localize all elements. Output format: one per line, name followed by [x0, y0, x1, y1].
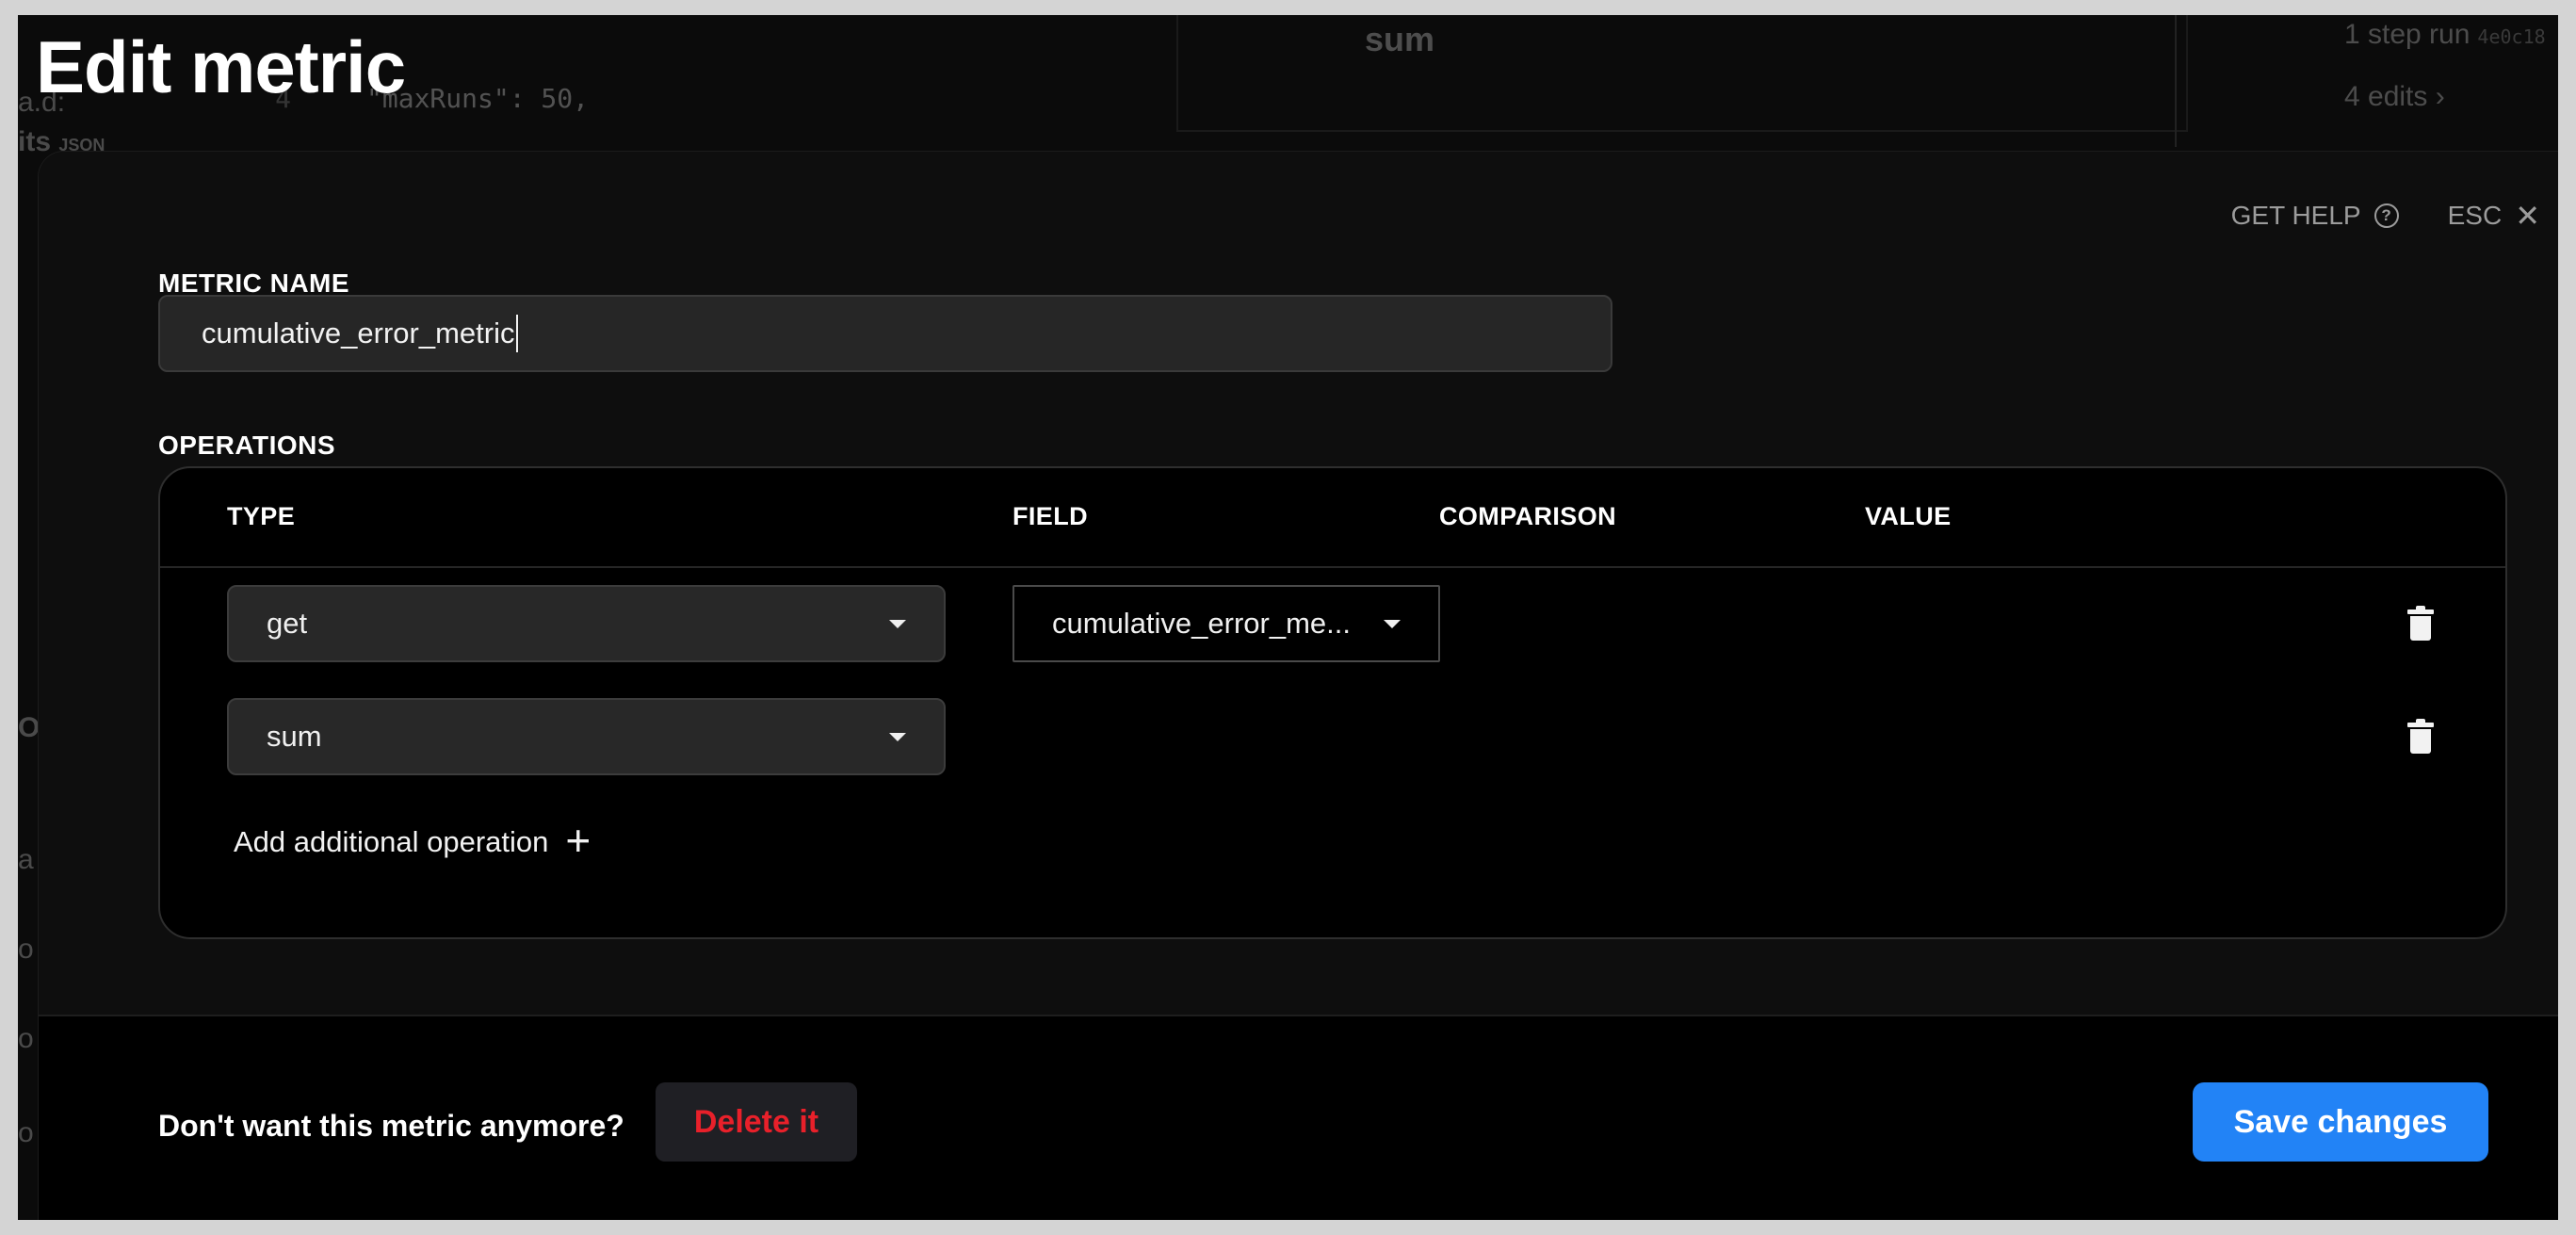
esc-label: ESC — [2447, 201, 2503, 230]
modal-top-actions: GET HELP ? ESC ✕ — [2231, 201, 2540, 231]
trash-icon[interactable] — [2407, 719, 2434, 755]
add-operation-label: Add additional operation — [234, 825, 549, 858]
background-panel-title: sum — [1365, 20, 1435, 58]
operations-label: OPERATIONS — [158, 431, 336, 460]
close-button[interactable]: ESC ✕ — [2448, 201, 2540, 231]
caret-down-icon — [889, 732, 906, 741]
trash-icon[interactable] — [2407, 606, 2434, 642]
background-fragment: a — [18, 844, 34, 875]
get-help-button[interactable]: GET HELP ? — [2231, 201, 2399, 231]
metric-name-input[interactable]: cumulative_error_metric — [158, 295, 1612, 372]
delete-metric-button[interactable]: Delete it — [656, 1082, 857, 1162]
operation-field-select[interactable]: cumulative_error_me... — [1013, 585, 1440, 662]
modal-body: GET HELP ? ESC ✕ METRIC NAME cumulative_… — [39, 152, 2558, 1015]
background-edits: 4 edits › — [2344, 81, 2445, 112]
background-panel — [1176, 15, 2188, 132]
column-header-field: FIELD — [1013, 502, 1088, 530]
background-fragment: O — [18, 712, 41, 743]
caret-down-icon — [889, 619, 906, 628]
edit-metric-modal: GET HELP ? ESC ✕ METRIC NAME cumulative_… — [38, 151, 2558, 1220]
operation-type-value: get — [267, 607, 308, 640]
plus-icon: + — [565, 816, 591, 865]
delete-prompt: Don't want this metric anymore? — [158, 1109, 624, 1143]
column-header-comparison: COMPARISON — [1439, 502, 1617, 530]
background-divider — [2175, 15, 2177, 147]
text-caret — [515, 315, 518, 352]
operation-type-select[interactable]: sum — [227, 698, 946, 775]
background-fragment: o — [18, 1117, 34, 1148]
operation-type-value: sum — [267, 720, 322, 753]
modal-footer: Don't want this metric anymore? Delete i… — [39, 1015, 2558, 1220]
background-fragment: o — [18, 1023, 34, 1054]
metric-name-value: cumulative_error_metric — [202, 317, 515, 349]
operation-field-value: cumulative_error_me... — [1052, 607, 1352, 640]
caret-down-icon — [1384, 619, 1401, 628]
close-icon: ✕ — [2515, 199, 2540, 233]
background-step-run: 1 step run 4e0c18 — [2344, 19, 2546, 50]
background-fragment: o — [18, 934, 34, 965]
save-changes-button[interactable]: Save changes — [2193, 1082, 2488, 1162]
app-window: 4"maxRuns": 50, 5"minSteps": 191, 6"maxS… — [18, 15, 2558, 1220]
column-header-value: VALUE — [1865, 502, 1952, 530]
column-header-type: TYPE — [227, 502, 296, 530]
modal-title: Edit metric — [36, 25, 406, 108]
get-help-label: GET HELP — [2230, 201, 2361, 230]
operations-header: TYPE FIELD COMPARISON VALUE — [160, 468, 2505, 568]
question-circle-icon: ? — [2373, 203, 2399, 228]
operation-type-select[interactable]: get — [227, 585, 946, 662]
operations-table: TYPE FIELD COMPARISON VALUE get cumulati… — [158, 466, 2507, 939]
add-operation-button[interactable]: Add additional operation + — [234, 816, 591, 865]
